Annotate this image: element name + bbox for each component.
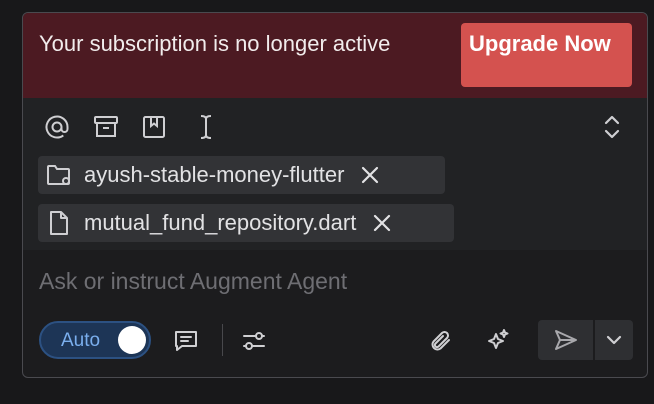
file-icon — [46, 210, 72, 236]
toolbar-divider — [222, 324, 223, 356]
context-chip-folder[interactable]: ayush-stable-money-flutter — [38, 156, 445, 194]
send-button[interactable] — [538, 320, 593, 360]
expand-collapse-icon[interactable] — [598, 113, 626, 141]
chip-label: mutual_fund_repository.dart — [84, 210, 357, 235]
send-icon — [554, 329, 578, 351]
subscription-message: Your subscription is no longer active — [39, 31, 391, 56]
auto-toggle-label: Auto — [61, 330, 101, 351]
send-button-group — [538, 320, 633, 360]
folder-settings-icon — [46, 162, 72, 188]
text-cursor-icon[interactable] — [192, 113, 220, 141]
message-notes-icon[interactable] — [171, 326, 201, 356]
upgrade-now-button[interactable]: Upgrade Now — [461, 23, 632, 87]
at-mention-icon[interactable] — [43, 113, 71, 141]
message-input[interactable]: Ask or instruct Augment Agent — [39, 268, 347, 295]
toggle-knob — [118, 326, 146, 354]
agent-chat-panel: Your subscription is no longer active Up… — [22, 12, 648, 378]
close-icon[interactable] — [358, 163, 382, 187]
close-icon[interactable] — [370, 211, 394, 235]
context-chip-file[interactable]: mutual_fund_repository.dart — [38, 204, 454, 242]
sparkle-icon[interactable] — [483, 326, 513, 356]
auto-mode-toggle[interactable]: Auto — [39, 321, 151, 359]
archive-icon[interactable] — [92, 113, 120, 141]
chip-label: ayush-stable-money-flutter — [84, 162, 345, 187]
chevron-down-icon — [606, 335, 622, 345]
sliders-settings-icon[interactable] — [239, 326, 269, 356]
paperclip-icon[interactable] — [427, 326, 457, 356]
subscription-banner: Your subscription is no longer active Up… — [23, 13, 647, 98]
send-options-dropdown[interactable] — [595, 320, 633, 360]
bookmark-icon[interactable] — [140, 113, 168, 141]
